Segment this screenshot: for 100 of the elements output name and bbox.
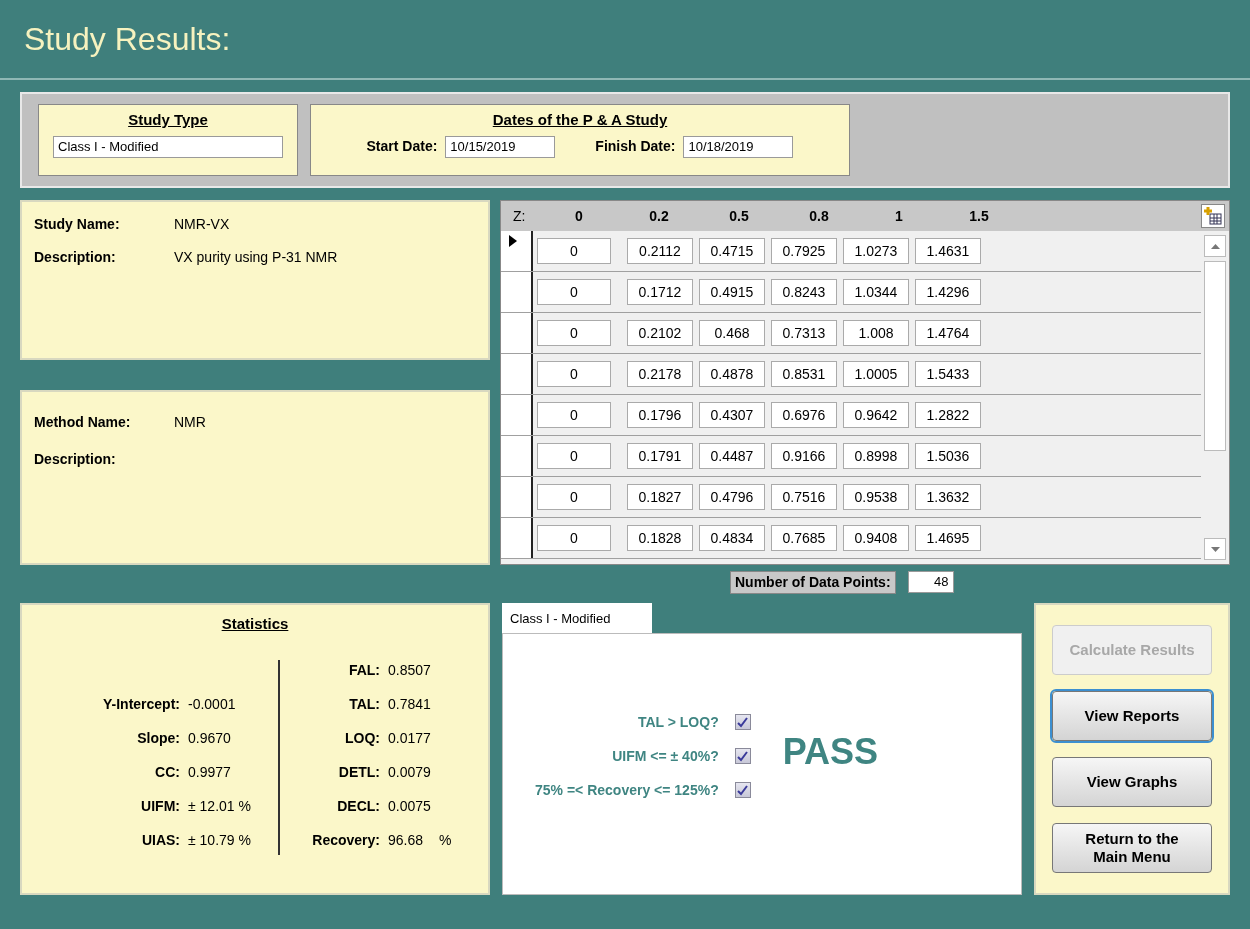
cell-field[interactable]: 0 (537, 443, 611, 469)
cell-field[interactable]: 0.9408 (843, 525, 909, 551)
stat-value: 0.0079 (388, 762, 431, 782)
down-arrow-icon (1210, 546, 1220, 552)
cell-field[interactable]: 1.4695 (915, 525, 981, 551)
row-selector[interactable] (501, 518, 533, 558)
cell-field[interactable]: 1.5433 (915, 361, 981, 387)
checkmark-icon (737, 784, 749, 796)
stat-label: UIAS: (140, 830, 180, 850)
study-type-field[interactable]: Class I - Modified (53, 135, 283, 158)
stat-value: 0.8507 (388, 660, 431, 680)
column-header: 1.5 (968, 206, 990, 226)
checkmark-icon (737, 716, 749, 728)
stat-label: UIFM: (140, 796, 180, 816)
cell-field[interactable]: 1.5036 (915, 443, 981, 469)
cell-field[interactable]: 0.1796 (627, 402, 693, 428)
tab[interactable]: Class I - Modified (502, 603, 652, 633)
row-selector[interactable] (501, 231, 533, 271)
scroll-up-button[interactable] (1204, 235, 1226, 257)
action-button[interactable]: View Reports (1052, 691, 1212, 741)
row-selector[interactable] (501, 395, 533, 435)
action-button[interactable]: View Graphs (1052, 757, 1212, 807)
add-column-button[interactable] (1201, 204, 1225, 228)
scroll-down-button[interactable] (1204, 538, 1226, 560)
cell-field[interactable]: 0 (537, 238, 611, 264)
cell-field[interactable]: 0.9166 (771, 443, 837, 469)
cell-field[interactable]: 0 (537, 484, 611, 510)
checkbox[interactable] (734, 782, 751, 798)
stat-value: 0.0075 (388, 796, 431, 816)
stat-label: CC: (154, 762, 180, 782)
row-selector[interactable] (501, 477, 533, 517)
result-text: PASS (782, 730, 879, 774)
data-points-label: Number of Data Points: (730, 570, 896, 594)
field-label: Start Date: (366, 137, 438, 156)
cell-field[interactable]: 0.4796 (699, 484, 765, 510)
cell-field[interactable]: 1.3632 (915, 484, 981, 510)
cell-field[interactable]: 0.8243 (771, 279, 837, 305)
stat-value: 0.9670 (188, 728, 231, 748)
field-label: Finish Date: (595, 137, 676, 156)
cell-field[interactable]: 0.1791 (627, 443, 693, 469)
cell-field[interactable]: 0.1828 (627, 525, 693, 551)
add-table-icon (1204, 207, 1222, 225)
cell-field[interactable]: 0.468 (699, 320, 765, 346)
up-arrow-icon (1210, 243, 1220, 249)
cell-field[interactable]: 0.9642 (843, 402, 909, 428)
row-selector[interactable] (501, 354, 533, 394)
field-label: Description: (34, 450, 117, 469)
cell-field[interactable]: 0.8998 (843, 443, 909, 469)
cell-field[interactable]: 0 (537, 279, 611, 305)
row-selector[interactable] (501, 313, 533, 353)
cell-field[interactable]: 0 (537, 361, 611, 387)
cell-field[interactable]: 1.0273 (843, 238, 909, 264)
stat-label: LOQ: (344, 728, 380, 748)
cell-field[interactable]: 0.8531 (771, 361, 837, 387)
cell-field[interactable]: 1.008 (843, 320, 909, 346)
field-label: Description: (34, 248, 117, 267)
cell-field[interactable]: 1.0344 (843, 279, 909, 305)
column-header: Z: (512, 206, 527, 226)
cell-field[interactable]: 0.7685 (771, 525, 837, 551)
data-points-field[interactable]: 48 (907, 571, 954, 593)
cell-field[interactable]: 1.2822 (915, 402, 981, 428)
date-field[interactable]: 10/15/2019 (445, 135, 556, 158)
checkbox[interactable] (734, 748, 751, 764)
cell-field[interactable]: 0.4715 (699, 238, 765, 264)
cell-field[interactable]: 0.9538 (843, 484, 909, 510)
current-row-icon (509, 235, 517, 247)
row-selector[interactable] (501, 272, 533, 312)
scroll-thumb[interactable] (1204, 261, 1226, 451)
cell-field[interactable]: 0 (537, 402, 611, 428)
criterion-label: UIFM <= ± 40%? (612, 746, 719, 766)
row-selector[interactable] (501, 436, 533, 476)
checkbox[interactable] (734, 714, 751, 730)
cell-field[interactable]: 0.4307 (699, 402, 765, 428)
cell-field[interactable]: 0.2112 (627, 238, 693, 264)
cell-field[interactable]: 0.1827 (627, 484, 693, 510)
cell-field[interactable]: 0.6976 (771, 402, 837, 428)
stat-value: ± 10.79 % (188, 830, 251, 850)
cell-field[interactable]: 0.4487 (699, 443, 765, 469)
cell-field[interactable]: 0.4834 (699, 525, 765, 551)
cell-field[interactable]: 0.4878 (699, 361, 765, 387)
cell-field[interactable]: 0.4915 (699, 279, 765, 305)
cell-field[interactable]: 0 (537, 320, 611, 346)
stat-label: FAL: (347, 660, 380, 680)
cell-field[interactable]: 1.0005 (843, 361, 909, 387)
cell-field[interactable]: 0.1712 (627, 279, 693, 305)
action-button[interactable]: Return to the Main Menu (1052, 823, 1212, 873)
date-field[interactable]: 10/18/2019 (683, 135, 794, 158)
field-value: NMR-VX (174, 215, 230, 234)
cell-field[interactable]: 0.7313 (771, 320, 837, 346)
cell-field[interactable]: 1.4631 (915, 238, 981, 264)
cell-field[interactable]: 0.2102 (627, 320, 693, 346)
stat-value: ± 12.01 % (188, 796, 251, 816)
cell-field[interactable]: 0.7516 (771, 484, 837, 510)
cell-field[interactable]: 0.7925 (771, 238, 837, 264)
cell-field[interactable]: 0 (537, 525, 611, 551)
cell-field[interactable]: 0.2178 (627, 361, 693, 387)
cell-field[interactable]: 1.4296 (915, 279, 981, 305)
stat-label: DETL: (337, 762, 380, 782)
checkmark-icon (737, 750, 749, 762)
cell-field[interactable]: 1.4764 (915, 320, 981, 346)
